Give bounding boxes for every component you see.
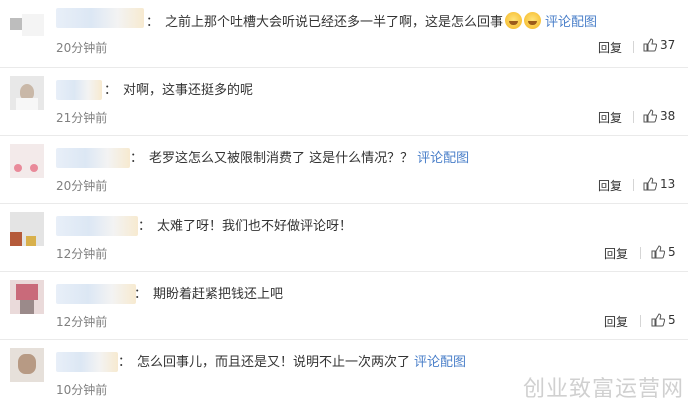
username-blurred[interactable] <box>56 216 138 236</box>
comment-text-row: ： 对啊，这事还挺多的呢 <box>104 81 253 101</box>
avatar[interactable] <box>10 348 44 382</box>
avatar[interactable] <box>10 144 44 178</box>
comment-item: ： 之前上那个吐槽大会听说已经还多一半了啊，这是怎么回事 评论配图 20分钟前 回复… <box>0 0 688 68</box>
laughing-crying-icon <box>524 12 542 29</box>
colon: ： <box>134 287 148 302</box>
like-count: 38 <box>660 109 676 123</box>
reply-button[interactable]: 回复 <box>604 245 628 262</box>
like-count: 5 <box>668 313 676 327</box>
timestamp: 20分钟前 <box>56 41 108 55</box>
comment-text-row: ： 之前上那个吐槽大会听说已经还多一半了啊，这是怎么回事 评论配图 <box>146 12 597 33</box>
divider <box>633 41 634 53</box>
comment-item: ： 太难了呀！我们也不好做评论呀！ 12分钟前 回复 5 <box>0 204 688 272</box>
timestamp: 20分钟前 <box>56 179 108 193</box>
timestamp: 12分钟前 <box>56 315 108 329</box>
divider <box>640 247 641 259</box>
divider <box>640 315 641 327</box>
colon: ： <box>118 355 132 370</box>
comment-item: ： 老罗这怎么又被限制消费了 这是什么情况？？ 评论配图 20分钟前 回复 13 <box>0 136 688 204</box>
comment-image-link[interactable]: 评论配图 <box>417 151 469 166</box>
timestamp: 10分钟前 <box>56 383 108 397</box>
like-button[interactable]: 38 <box>643 109 675 123</box>
comment-item: ： 期盼着赶紧把钱还上吧 12分钟前 回复 5 <box>0 272 688 340</box>
username-blurred[interactable] <box>56 284 136 304</box>
thumbs-up-icon <box>643 177 657 191</box>
comment-text: 怎么回事儿，而且还是又！说明不止一次两次了 <box>137 355 411 370</box>
username-blurred[interactable] <box>56 8 144 28</box>
divider <box>633 179 634 191</box>
colon: ： <box>138 219 152 234</box>
comment-text-row: ： 老罗这怎么又被限制消费了 这是什么情况？？ 评论配图 <box>130 149 469 169</box>
like-button[interactable]: 37 <box>643 38 675 52</box>
avatar[interactable] <box>10 4 44 38</box>
reply-button[interactable]: 回复 <box>598 177 622 194</box>
comment-item: ： 对啊，这事还挺多的呢 21分钟前 回复 38 <box>0 68 688 136</box>
comment-text-row: ： 太难了呀！我们也不好做评论呀！ <box>138 217 352 237</box>
timestamp: 12分钟前 <box>56 247 108 261</box>
thumbs-up-icon <box>651 313 665 327</box>
avatar[interactable] <box>10 76 44 110</box>
like-count: 5 <box>668 245 676 259</box>
avatar[interactable] <box>10 212 44 246</box>
divider <box>633 111 634 123</box>
thumbs-up-icon <box>651 245 665 259</box>
reply-button[interactable]: 回复 <box>604 313 628 330</box>
reply-button[interactable]: 回复 <box>598 39 622 56</box>
comment-text-row: ： 期盼着赶紧把钱还上吧 <box>134 285 283 305</box>
watermark: 创业致富运营网 <box>522 377 684 402</box>
thumbs-up-icon <box>643 38 657 52</box>
avatar[interactable] <box>10 280 44 314</box>
reply-button[interactable]: 回复 <box>598 109 622 126</box>
comment-text: 期盼着赶紧把钱还上吧 <box>153 287 284 302</box>
like-count: 37 <box>660 38 676 52</box>
like-count: 13 <box>660 177 676 191</box>
like-button[interactable]: 5 <box>651 245 676 259</box>
colon: ： <box>130 151 144 166</box>
like-button[interactable]: 5 <box>651 313 676 327</box>
thumbs-up-icon <box>643 109 657 123</box>
comment-image-link[interactable]: 评论配图 <box>545 15 597 30</box>
comment-text: 之前上那个吐槽大会听说已经还多一半了啊，这是怎么回事 <box>165 15 504 30</box>
laughing-crying-icon <box>505 12 523 29</box>
colon: ： <box>146 15 160 30</box>
username-blurred[interactable] <box>56 352 118 372</box>
comment-text-row: ： 怎么回事儿，而且还是又！说明不止一次两次了 评论配图 <box>118 353 466 373</box>
username-blurred[interactable] <box>56 148 130 168</box>
comment-text: 老罗这怎么又被限制消费了 这是什么情况？？ <box>149 151 414 166</box>
comment-text: 太难了呀！我们也不好做评论呀！ <box>157 219 353 234</box>
timestamp: 21分钟前 <box>56 111 108 125</box>
comment-text: 对啊，这事还挺多的呢 <box>123 83 254 98</box>
colon: ： <box>104 83 118 98</box>
comment-image-link[interactable]: 评论配图 <box>414 355 466 370</box>
like-button[interactable]: 13 <box>643 177 675 191</box>
username-blurred[interactable] <box>56 80 102 100</box>
